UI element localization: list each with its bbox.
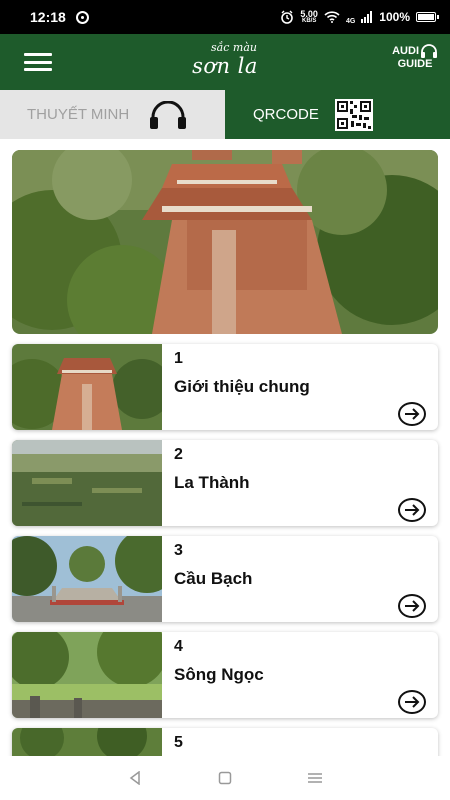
site-thumbnail-temple	[12, 344, 162, 430]
arrow-right-circle-icon[interactable]	[398, 690, 426, 714]
network-type: 4G	[345, 17, 356, 25]
tab-qrcode-label: QRCODE	[253, 106, 319, 123]
site-card-3[interactable]: 3 Cầu Bạch	[12, 536, 438, 622]
site-number: 2	[174, 446, 183, 463]
audio-guide-button[interactable]: AUDI GUIDE	[392, 44, 438, 71]
site-thumbnail-river	[12, 632, 162, 718]
net-speed-value: 5.00	[300, 8, 318, 19]
battery-icon	[416, 12, 439, 22]
arrow-right-circle-icon[interactable]	[398, 402, 426, 426]
site-number: 1	[174, 350, 183, 367]
hero-image	[12, 150, 438, 334]
arrow-right-circle-icon[interactable]	[398, 498, 426, 522]
net-speed: 5.00 KB/S	[300, 8, 318, 25]
site-number: 4	[174, 638, 183, 655]
brand-small-text: sắc màu	[211, 41, 257, 54]
notification-icon	[75, 10, 89, 24]
site-title: Sông Ngọc	[174, 665, 264, 684]
headphones-icon	[421, 44, 437, 58]
site-title: Giới thiệu chung	[174, 377, 310, 396]
tab-narration[interactable]: THUYẾT MINH	[0, 90, 225, 139]
site-title: La Thành	[174, 473, 250, 492]
app-header: sắc màu sơn la AUDI GUIDE	[0, 34, 450, 90]
site-number: 5	[174, 734, 183, 751]
temple-aerial-illustration	[12, 150, 438, 334]
app-logo: sắc màu sơn la	[0, 41, 450, 79]
tab-qrcode[interactable]: QRCODE	[225, 90, 450, 139]
site-number: 3	[174, 542, 183, 559]
site-card-1[interactable]: 1 Giới thiệu chung	[12, 344, 438, 430]
back-triangle-icon[interactable]	[125, 768, 145, 788]
site-title: Cầu Bạch	[174, 569, 253, 588]
system-nav-bar	[0, 756, 450, 800]
recents-lines-icon[interactable]	[305, 768, 325, 788]
audio-guide-bottom-label: GUIDE	[397, 58, 433, 70]
qr-code-icon	[334, 98, 373, 131]
tab-narration-label: THUYẾT MINH	[27, 106, 130, 123]
tab-bar: THUYẾT MINH QRCODE	[0, 90, 450, 139]
site-card-2[interactable]: 2 La Thành	[12, 440, 438, 526]
net-speed-unit: KB/S	[302, 17, 317, 24]
home-square-icon[interactable]	[215, 768, 235, 788]
site-card-4[interactable]: 4 Sông Ngọc	[12, 632, 438, 718]
signal-icon	[361, 11, 373, 23]
headphones-icon	[150, 100, 187, 129]
alarm-icon	[281, 10, 294, 24]
arrow-right-circle-icon[interactable]	[398, 594, 426, 618]
brand-big-text: sơn la	[192, 54, 258, 78]
site-thumbnail-forest	[12, 440, 162, 526]
site-thumbnail-bridge	[12, 536, 162, 622]
battery-percent: 100%	[379, 10, 410, 24]
wifi-icon	[324, 11, 340, 23]
status-bar: 12:18 5.00 KB/S 4G 100%	[0, 0, 450, 34]
audio-guide-top-label: AUDI	[392, 44, 419, 57]
status-time: 12:18	[30, 9, 66, 25]
